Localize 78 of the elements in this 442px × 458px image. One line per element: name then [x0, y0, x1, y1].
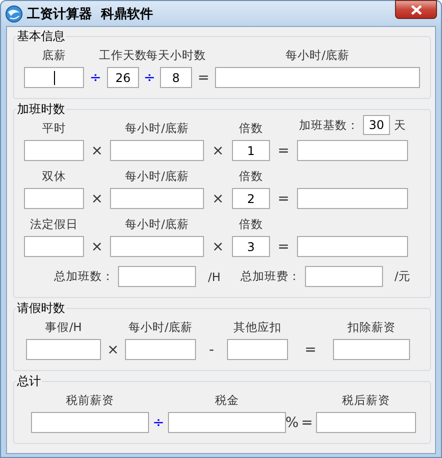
- input-field[interactable]: [118, 266, 196, 287]
- input-field[interactable]: [110, 140, 204, 161]
- input-field[interactable]: 8: [160, 67, 192, 88]
- input-field[interactable]: [297, 188, 408, 209]
- group-title: 请假时数: [16, 301, 66, 315]
- operator-sign: ×: [212, 190, 224, 206]
- input-field[interactable]: [24, 67, 84, 88]
- input-field[interactable]: [125, 339, 196, 360]
- input-field[interactable]: [31, 412, 149, 433]
- field-label: 每小时/底薪: [125, 121, 189, 136]
- input-field[interactable]: [297, 236, 408, 257]
- field-label: 每小时/底薪: [286, 48, 350, 63]
- operator-sign: %: [285, 414, 299, 430]
- field-label: 税金: [215, 393, 239, 408]
- group-title: 加班时数: [16, 102, 66, 116]
- globe-icon: [5, 4, 23, 22]
- operator-sign: ×: [107, 342, 119, 358]
- operator-sign: ÷: [90, 70, 102, 86]
- field-label: 每小时/底薪: [125, 169, 189, 184]
- input-field[interactable]: [333, 339, 410, 360]
- field-label: 总加班数：: [54, 269, 114, 284]
- unit-label: /元: [394, 269, 410, 284]
- field-label: 加班基数：: [299, 118, 359, 132]
- input-field[interactable]: [227, 339, 288, 360]
- input-field[interactable]: [26, 339, 101, 360]
- input-field[interactable]: [304, 266, 383, 287]
- unit-label: /H: [208, 270, 221, 284]
- input-field[interactable]: [24, 236, 84, 257]
- operator-sign: ÷: [144, 70, 156, 86]
- input-field[interactable]: 3: [232, 236, 270, 257]
- input-field[interactable]: [24, 188, 84, 209]
- unit-label: 天: [394, 118, 406, 132]
- operator-sign: ×: [91, 190, 103, 206]
- operator-sign: ×: [212, 142, 224, 158]
- close-button[interactable]: [395, 0, 437, 19]
- input-field[interactable]: [297, 140, 408, 161]
- field-label: 每小时/底薪: [128, 320, 192, 335]
- operator-sign: =: [278, 238, 290, 254]
- group-title: 总计: [16, 374, 42, 388]
- field-label: 每天小时数: [146, 48, 206, 63]
- input-field[interactable]: [110, 236, 204, 257]
- field-label: 平时: [42, 121, 66, 136]
- field-label: 税前薪资: [66, 393, 114, 408]
- field-label: 其他应扣: [234, 320, 282, 335]
- field-label: 税后薪资: [342, 393, 390, 408]
- field-label: 扣除薪资: [348, 320, 396, 335]
- field-label: 倍数: [239, 169, 263, 184]
- field-label: 双休: [42, 169, 66, 184]
- input-field[interactable]: 26: [107, 67, 139, 88]
- operator-sign: ÷: [152, 414, 164, 430]
- input-field[interactable]: 1: [232, 140, 270, 161]
- operator-sign: ×: [91, 142, 103, 158]
- field-label: 事假/H: [45, 320, 82, 335]
- field-label: 每小时/底薪: [125, 217, 189, 232]
- field-label: 倍数: [239, 217, 263, 232]
- input-field[interactable]: [215, 67, 420, 88]
- field-label: 工作天数: [99, 48, 147, 63]
- operator-sign: =: [301, 414, 313, 430]
- input-field[interactable]: 30: [363, 115, 390, 135]
- operator-sign: =: [278, 190, 290, 206]
- close-icon: [410, 4, 422, 14]
- operator-sign: =: [278, 142, 290, 158]
- operator-sign: =: [198, 70, 210, 86]
- window-title: 工资计算器 科鼎软件: [27, 6, 154, 22]
- operator-sign: =: [304, 342, 316, 358]
- group-title: 基本信息: [16, 29, 66, 43]
- input-field[interactable]: [110, 188, 204, 209]
- input-field[interactable]: 2: [232, 188, 270, 209]
- field-label: 法定假日: [30, 217, 78, 232]
- operator-sign: -: [208, 342, 214, 358]
- input-field[interactable]: [24, 140, 84, 161]
- input-field[interactable]: [316, 412, 416, 433]
- field-label: 倍数: [239, 121, 263, 136]
- operator-sign: ×: [212, 238, 224, 254]
- input-field[interactable]: [168, 412, 286, 433]
- field-label: 总加班费：: [240, 269, 301, 284]
- field-label: 底薪: [42, 48, 66, 63]
- operator-sign: ×: [91, 238, 103, 254]
